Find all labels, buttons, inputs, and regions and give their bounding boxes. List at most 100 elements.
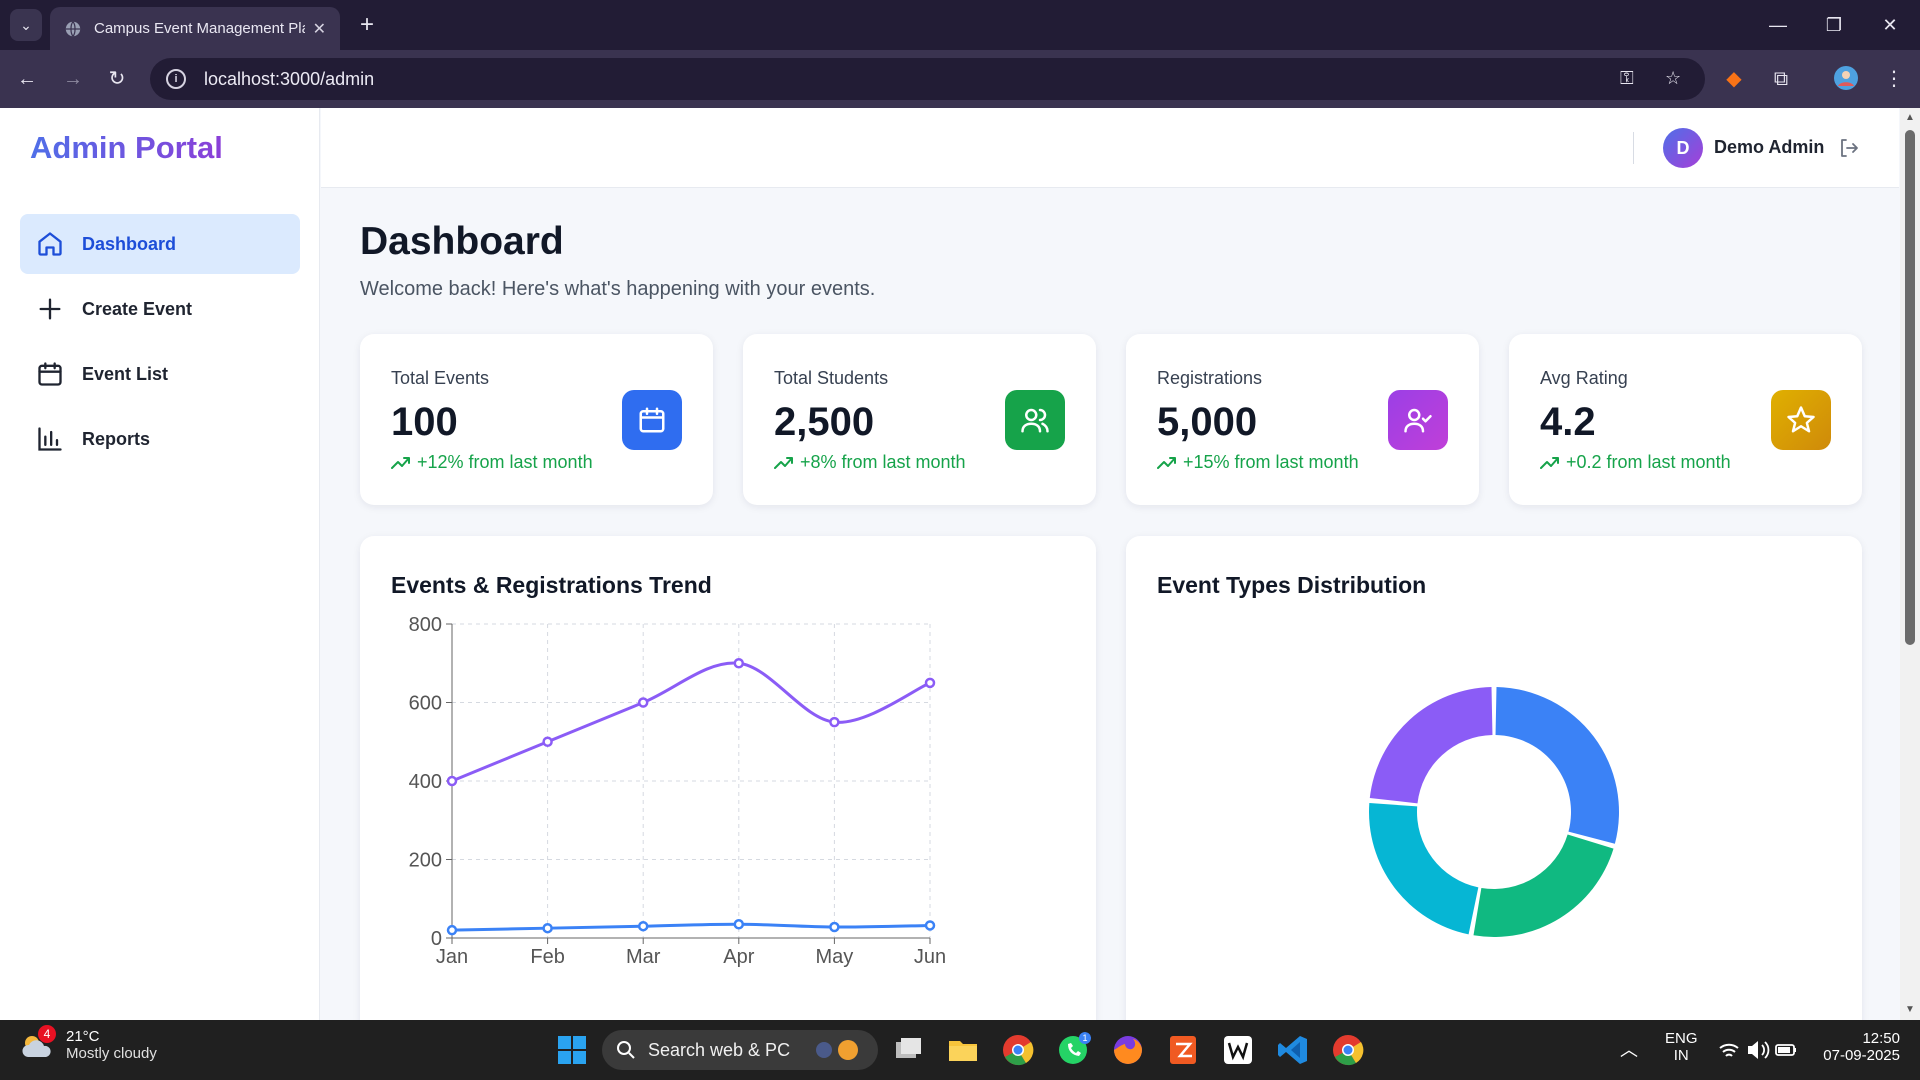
series-point-1	[924, 920, 936, 931]
notion-app-icon[interactable]	[1220, 1032, 1256, 1068]
task-view-icon[interactable]	[890, 1032, 926, 1068]
donut-slice-3	[1369, 687, 1493, 804]
weather-widget[interactable]: 4 21°C Mostly cloudy	[20, 1025, 157, 1062]
extension-fox-icon[interactable]: ◆	[1720, 65, 1748, 93]
address-bar[interactable]: i localhost:3000/admin ⚿ ☆	[150, 58, 1705, 100]
system-tray-icons[interactable]	[1716, 1036, 1798, 1064]
series-point-1	[542, 922, 553, 934]
clock-date: 07-09-2025	[1823, 1047, 1900, 1064]
donut-slice-2	[1369, 802, 1479, 935]
new-tab-button[interactable]: +	[352, 10, 382, 40]
profile-avatar-icon[interactable]	[1832, 65, 1860, 93]
extensions-puzzle-icon[interactable]: ⧉	[1767, 65, 1795, 93]
url-text: localhost:3000/admin	[204, 68, 375, 89]
stat-delta: +15% from last month	[1157, 452, 1359, 473]
taskbar-search[interactable]: Search web & PC	[602, 1030, 878, 1070]
close-tab-icon[interactable]: ✕	[313, 19, 326, 39]
bookmark-star-icon[interactable]: ☆	[1665, 68, 1681, 89]
windows-start-icon[interactable]	[554, 1032, 590, 1068]
trending-up-icon	[774, 456, 793, 469]
series-point-1	[829, 921, 840, 933]
trending-up-icon	[391, 456, 410, 469]
tab-search-button[interactable]: ⌄	[10, 9, 42, 41]
distribution-chart-panel: Event Types Distribution	[1126, 536, 1862, 1036]
series-point-0	[542, 736, 553, 747]
stat-card-total-students: Total Students 2,500 +8% from last month	[743, 334, 1096, 505]
donut-slice-1	[1473, 834, 1614, 937]
file-explorer-icon[interactable]	[945, 1032, 981, 1068]
browser-tab-bar: ⌄ Campus Event Management Pla ✕ + — ❐ ✕	[0, 0, 1920, 50]
pdf-reader-icon[interactable]	[1165, 1032, 1201, 1068]
series-line-1	[451, 922, 931, 932]
trending-up-icon	[1540, 456, 1559, 469]
chrome-active-icon[interactable]	[1330, 1032, 1366, 1068]
page-subtitle: Welcome back! Here's what's happening wi…	[360, 278, 876, 300]
user-check-icon	[1404, 408, 1432, 433]
search-placeholder: Search web & PC	[648, 1039, 791, 1060]
search-icon	[617, 1041, 635, 1059]
x-tick-label: May	[816, 946, 854, 968]
password-key-icon[interactable]: ⚿	[1620, 68, 1634, 89]
stat-delta: +8% from last month	[774, 452, 966, 473]
page-scrollbar[interactable]: ▲ ▼	[1900, 108, 1920, 1020]
stat-value: 2,500	[774, 400, 875, 444]
browser-tab[interactable]: Campus Event Management Pla ✕	[50, 7, 340, 50]
stat-label: Avg Rating	[1540, 368, 1628, 388]
home-icon	[38, 232, 62, 256]
stat-value: 4.2	[1540, 400, 1596, 444]
search-highlight-icon	[816, 1040, 859, 1060]
series-point-0	[446, 775, 458, 787]
tab-title: Campus Event Management Pla	[94, 20, 305, 37]
sidebar-item-reports[interactable]: Reports	[20, 409, 300, 469]
clock-time: 12:50	[1862, 1030, 1900, 1047]
vscode-icon[interactable]	[1275, 1032, 1311, 1068]
top-header: D Demo Admin	[321, 108, 1899, 188]
sidebar-item-dashboard[interactable]: Dashboard	[20, 214, 300, 274]
scroll-up-arrow[interactable]: ▲	[1904, 112, 1916, 124]
series-point-0	[829, 716, 840, 728]
close-window-button[interactable]: ✕	[1862, 0, 1918, 50]
browser-menu-icon[interactable]: ⋮	[1880, 65, 1908, 93]
chrome-icon[interactable]	[1000, 1032, 1036, 1068]
username[interactable]: Demo Admin	[1714, 137, 1824, 158]
event-types-donut-chart	[1369, 687, 1619, 937]
sidebar-item-event-list[interactable]: Event List	[20, 344, 300, 404]
forward-button[interactable]: →	[58, 64, 88, 94]
stat-value: 100	[391, 400, 458, 444]
stat-value: 5,000	[1157, 400, 1258, 444]
windows-taskbar: 4 21°C Mostly cloudy Search web & PC 1 ︿…	[0, 1020, 1920, 1080]
series-point-0	[924, 677, 936, 689]
weather-condition: Mostly cloudy	[66, 1045, 157, 1062]
stat-card-registrations: Registrations 5,000 +15% from last month	[1126, 334, 1479, 505]
back-button[interactable]: ←	[12, 64, 42, 94]
trend-chart-panel: Events & Registrations Trend 0 200 400 600 8…	[360, 536, 1096, 1036]
language-indicator[interactable]: ENG IN	[1665, 1030, 1698, 1064]
stat-icon-box	[1005, 390, 1065, 450]
avatar[interactable]: D	[1663, 128, 1703, 168]
y-tick-label: 200	[409, 850, 442, 872]
scroll-down-arrow[interactable]: ▼	[1904, 1004, 1916, 1016]
sidebar-item-create-event[interactable]: Create Event	[20, 279, 300, 339]
series-point-1	[637, 920, 649, 932]
header-divider	[1633, 132, 1634, 164]
trending-up-icon	[1157, 456, 1176, 469]
stat-card-avg-rating: Avg Rating 4.2 +0.2 from last month	[1509, 334, 1862, 505]
weather-badge: 4	[38, 1025, 56, 1043]
stat-icon-box	[1771, 390, 1831, 450]
y-tick-label: 400	[409, 771, 442, 793]
site-info-icon[interactable]: i	[166, 69, 186, 89]
series-point-1	[733, 919, 745, 930]
minimize-button[interactable]: —	[1750, 0, 1806, 50]
restore-button[interactable]: ❐	[1806, 0, 1862, 50]
clock[interactable]: 12:50 07-09-2025	[1810, 1030, 1900, 1064]
firefox-icon[interactable]	[1110, 1032, 1146, 1068]
whatsapp-icon[interactable]: 1	[1055, 1032, 1091, 1068]
scroll-thumb[interactable]	[1905, 130, 1915, 645]
x-tick-label: Jan	[436, 946, 468, 968]
logout-icon[interactable]	[1837, 136, 1861, 160]
x-tick-label: Mar	[626, 946, 661, 968]
show-hidden-icons-chevron[interactable]: ︿	[1620, 1036, 1638, 1062]
weather-cloud-icon: 4	[20, 1025, 56, 1061]
reload-button[interactable]: ↻	[102, 64, 132, 94]
globe-icon	[65, 20, 81, 37]
